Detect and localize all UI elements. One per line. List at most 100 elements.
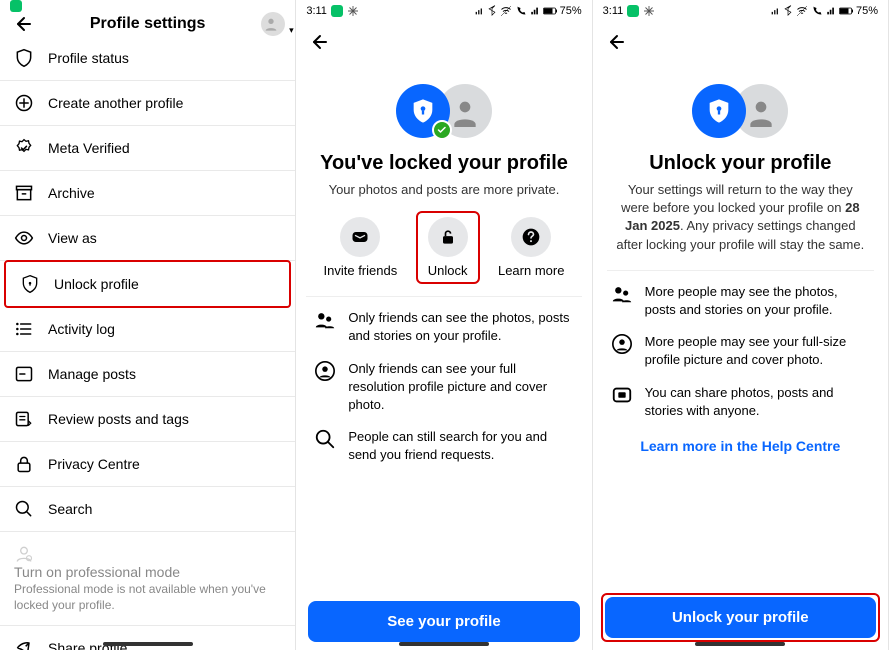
action-invite[interactable]: Invite friends — [320, 211, 402, 284]
back-icon[interactable] — [603, 30, 627, 54]
row-label: Create another profile — [48, 95, 183, 111]
post-icon — [14, 364, 34, 384]
mail-icon — [340, 217, 380, 257]
shield-badge-icon — [692, 84, 746, 138]
row-archive[interactable]: Archive — [0, 171, 295, 216]
bluetooth-icon — [487, 5, 497, 17]
settings-list: Profile status Create another profile Me… — [0, 36, 295, 650]
person-circle-icon — [314, 360, 336, 382]
row-share-profile[interactable]: Share profile — [0, 626, 295, 650]
status-battery: 75% — [560, 5, 582, 17]
shield-badge-icon — [396, 84, 450, 138]
feature-item: You can share photos, posts and stories … — [611, 384, 870, 420]
see-profile-button[interactable]: See your profile — [308, 601, 579, 642]
unlock-icon — [428, 217, 468, 257]
feature-list: More people may see the photos, posts an… — [593, 271, 888, 432]
row-label: Archive — [48, 185, 95, 201]
feature-item: More people may see the photos, posts an… — [611, 283, 870, 319]
people-icon — [314, 309, 336, 331]
row-meta-verified[interactable]: Meta Verified — [0, 126, 295, 171]
back-icon[interactable] — [10, 12, 34, 36]
signal-icon — [474, 5, 484, 17]
search-icon — [314, 428, 336, 450]
action-label: Invite friends — [324, 263, 398, 278]
feature-text: More people may see the photos, posts an… — [645, 283, 870, 319]
row-unlock-profile[interactable]: Unlock profile — [4, 260, 291, 308]
feature-text: Only friends can see the photos, posts a… — [348, 309, 573, 345]
feature-text: People can still search for you and send… — [348, 428, 573, 464]
status-app-icon — [627, 5, 639, 17]
feature-item: Only friends can see the photos, posts a… — [314, 309, 573, 345]
bluetooth-icon — [783, 5, 793, 17]
row-label: Privacy Centre — [48, 456, 140, 472]
action-row: Invite friends Unlock Learn more — [306, 205, 581, 297]
feature-list: Only friends can see the photos, posts a… — [296, 297, 591, 476]
status-time: 3:11 — [306, 5, 327, 17]
shield-lock-icon — [20, 274, 40, 294]
row-label: Review posts and tags — [48, 411, 189, 427]
call-icon — [811, 5, 823, 17]
archive-icon — [14, 183, 34, 203]
header: Profile settings ▾ — [0, 12, 295, 36]
status-bar: 3:11 75% — [296, 0, 591, 22]
review-icon — [14, 409, 34, 429]
feature-item: Only friends can see your full resolutio… — [314, 360, 573, 415]
learn-more-link[interactable]: Learn more in the Help Centre — [593, 432, 888, 460]
row-privacy-centre[interactable]: Privacy Centre — [0, 442, 295, 487]
list-icon — [14, 319, 34, 339]
feature-text: Only friends can see your full resolutio… — [348, 360, 573, 415]
action-label: Learn more — [498, 263, 564, 278]
hero: Unlock your profile Your settings will r… — [593, 62, 888, 260]
row-profile-status[interactable]: Profile status — [0, 36, 295, 81]
cta-highlight: Unlock your profile — [601, 593, 880, 642]
chevron-down-icon: ▾ — [289, 25, 294, 36]
feature-item: More people may see your full-size profi… — [611, 333, 870, 369]
photo-icon — [611, 384, 633, 406]
check-badge-icon — [432, 120, 452, 140]
action-label: Unlock — [428, 263, 468, 278]
profile-avatar[interactable]: ▾ — [261, 12, 285, 36]
cell-icon — [530, 5, 540, 17]
share-icon — [14, 638, 34, 650]
row-manage-posts[interactable]: Manage posts — [0, 352, 295, 397]
nav-indicator — [103, 642, 193, 646]
wifi-icon — [796, 5, 808, 17]
hero-sub: Your photos and posts are more private. — [312, 181, 575, 199]
row-review-posts[interactable]: Review posts and tags — [0, 397, 295, 442]
plus-circle-icon — [14, 93, 34, 113]
panel-profile-settings: Profile settings ▾ Profile status Create… — [0, 0, 296, 650]
row-professional-mode: Turn on professional mode Professional m… — [0, 532, 295, 626]
status-app2-icon — [643, 5, 655, 17]
nav-indicator — [695, 642, 785, 646]
row-search[interactable]: Search — [0, 487, 295, 532]
row-view-as[interactable]: View as — [0, 216, 295, 261]
cell-icon — [826, 5, 836, 17]
call-icon — [515, 5, 527, 17]
page-title: Profile settings — [34, 15, 261, 33]
shield-icon — [14, 48, 34, 68]
action-learn-more[interactable]: Learn more — [494, 211, 568, 284]
lock-icon — [14, 454, 34, 474]
verified-icon — [14, 138, 34, 158]
status-bar — [0, 0, 295, 12]
back-icon[interactable] — [306, 30, 330, 54]
row-label: Search — [48, 501, 92, 517]
feature-item: People can still search for you and send… — [314, 428, 573, 464]
pro-title: Turn on professional mode — [14, 564, 281, 580]
unlock-profile-button[interactable]: Unlock your profile — [605, 597, 876, 638]
row-label: View as — [48, 230, 97, 246]
header — [296, 22, 591, 62]
row-activity-log[interactable]: Activity log — [0, 307, 295, 352]
header — [593, 22, 888, 62]
row-create-profile[interactable]: Create another profile — [0, 81, 295, 126]
action-unlock[interactable]: Unlock — [416, 211, 480, 284]
status-bar: 3:11 75% — [593, 0, 888, 22]
hero: You've locked your profile Your photos a… — [296, 62, 591, 205]
row-label: Meta Verified — [48, 140, 130, 156]
row-label: Unlock profile — [54, 276, 139, 292]
hero-heading: Unlock your profile — [609, 152, 872, 175]
panel-unlock: 3:11 75% Unlock y — [593, 0, 889, 650]
row-label: Activity log — [48, 321, 115, 337]
feature-text: You can share photos, posts and stories … — [645, 384, 870, 420]
people-icon — [611, 283, 633, 305]
